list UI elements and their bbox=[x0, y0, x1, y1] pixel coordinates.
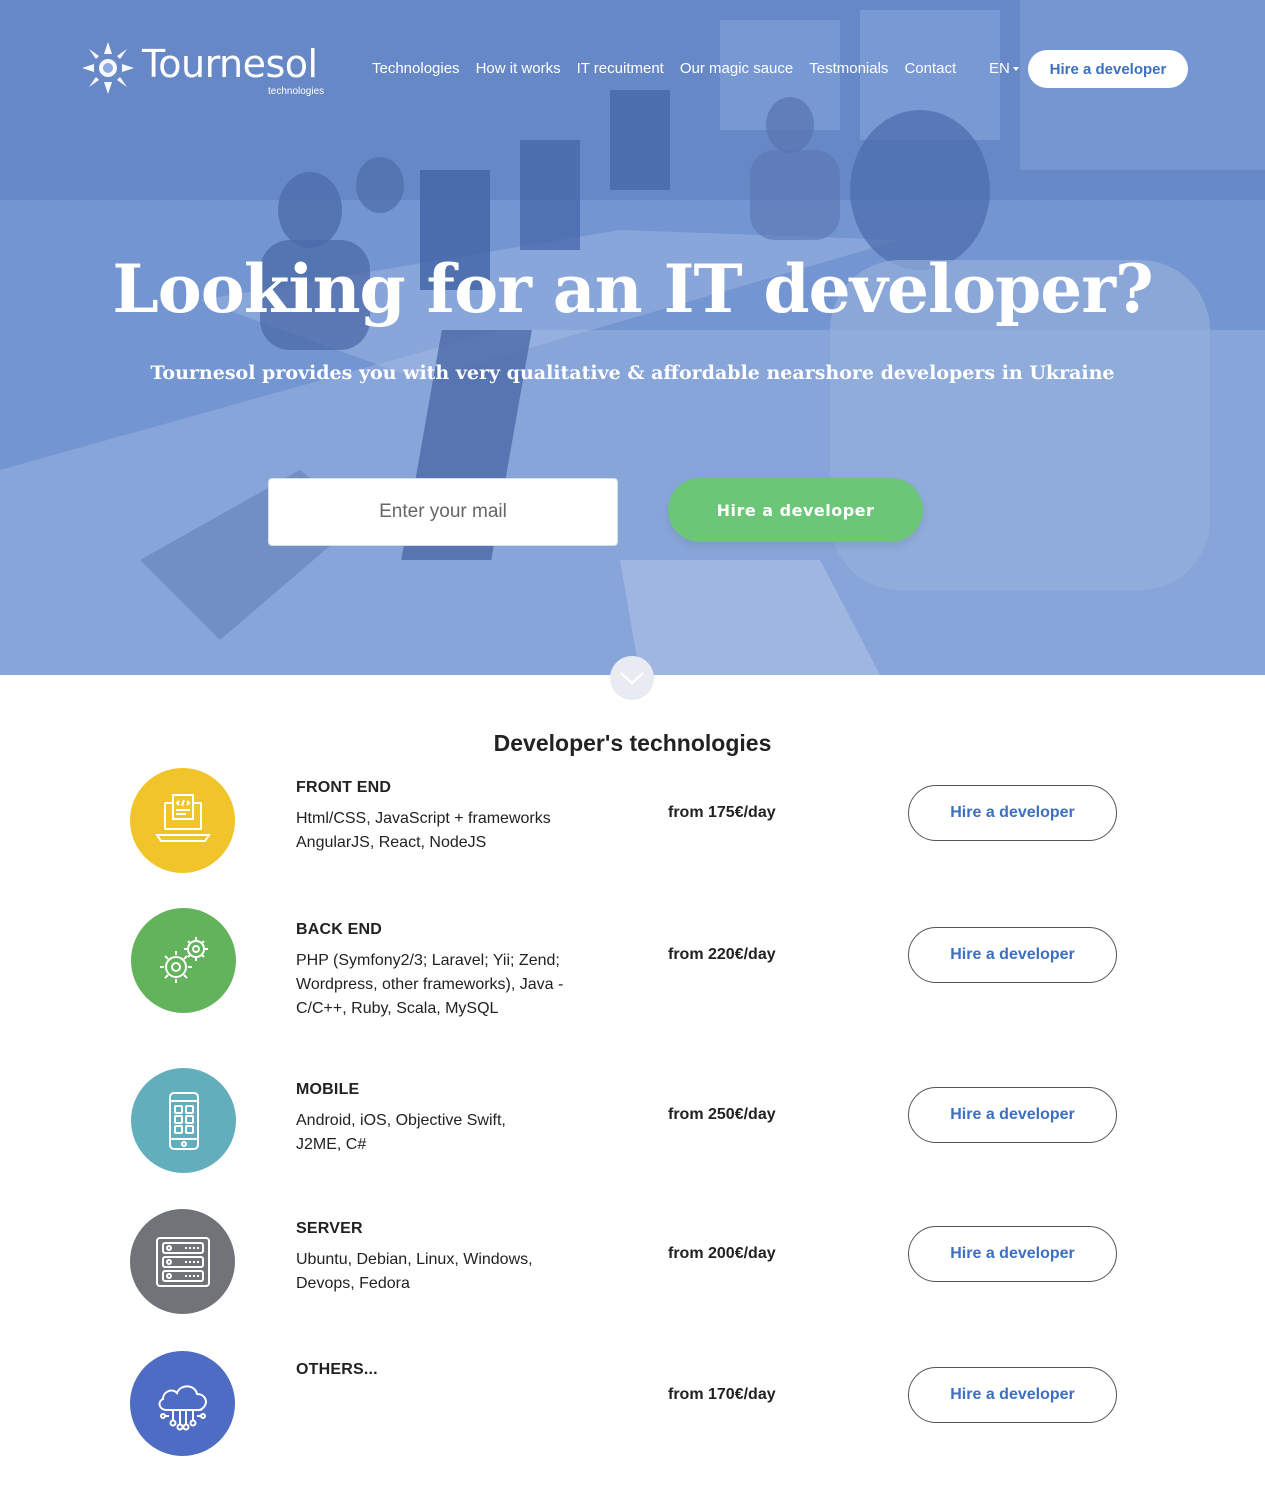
hire-backend-button[interactable]: Hire a developer bbox=[908, 927, 1117, 983]
tech-name: MOBILE bbox=[296, 1081, 360, 1098]
hero-overlay bbox=[0, 0, 1265, 675]
tech-price: from 200€/day bbox=[668, 1245, 776, 1262]
frontend-circle bbox=[130, 768, 235, 873]
smartphone-icon bbox=[168, 1091, 199, 1150]
logo-wordmark: Tournesol bbox=[142, 42, 318, 86]
tech-price: from 220€/day bbox=[668, 946, 776, 963]
tech-description: Html/CSS, JavaScript + frameworks Angula… bbox=[296, 810, 551, 851]
tech-name: BACK END bbox=[296, 921, 383, 938]
language-label: EN bbox=[989, 60, 1010, 77]
tech-name: OTHERS... bbox=[296, 1361, 378, 1378]
others-circle bbox=[130, 1351, 235, 1456]
main-nav: Technologies How it works IT recuitment … bbox=[372, 60, 972, 77]
nav-testimonials[interactable]: Testmonials bbox=[809, 60, 888, 77]
gears-icon bbox=[159, 936, 208, 983]
tech-name: SERVER bbox=[296, 1220, 363, 1237]
cloud-network-icon bbox=[158, 1384, 207, 1430]
hire-frontend-button[interactable]: Hire a developer bbox=[908, 785, 1117, 841]
nav-magic-sauce[interactable]: Our magic sauce bbox=[680, 60, 793, 77]
nav-it-recruitment[interactable]: IT recuitment bbox=[577, 60, 664, 77]
sun-logo-icon bbox=[82, 42, 134, 94]
mobile-circle bbox=[131, 1068, 236, 1173]
laptop-code-icon bbox=[154, 793, 211, 842]
backend-circle bbox=[131, 908, 236, 1013]
chevron-down-icon bbox=[1012, 67, 1019, 72]
tech-description: Android, iOS, Objective Swift, J2ME, C# bbox=[296, 1112, 506, 1153]
tech-name: FRONT END bbox=[296, 779, 392, 796]
hero-section: Tournesol technologies Technologies How … bbox=[0, 0, 1265, 675]
hero-hire-button[interactable]: Hire a developer bbox=[668, 478, 923, 542]
nav-how-it-works[interactable]: How it works bbox=[476, 60, 561, 77]
email-input[interactable] bbox=[268, 478, 618, 546]
section-title: Developer's technologies bbox=[493, 730, 772, 756]
scroll-down-button[interactable] bbox=[610, 656, 654, 700]
tech-description: PHP (Symfony2/3; Laravel; Yii; Zend; Wor… bbox=[296, 952, 564, 1017]
hire-server-button[interactable]: Hire a developer bbox=[908, 1226, 1117, 1282]
tech-price: from 170€/day bbox=[668, 1386, 776, 1403]
chevron-down-icon bbox=[620, 672, 644, 685]
logo-subtitle: technologies bbox=[268, 86, 325, 97]
header-hire-button[interactable]: Hire a developer bbox=[1028, 50, 1188, 88]
language-selector[interactable]: EN bbox=[989, 60, 1019, 77]
nav-contact[interactable]: Contact bbox=[904, 60, 956, 77]
tech-price: from 175€/day bbox=[668, 804, 776, 821]
server-circle bbox=[130, 1209, 235, 1314]
server-icon bbox=[155, 1236, 210, 1287]
hire-mobile-button[interactable]: Hire a developer bbox=[908, 1087, 1117, 1143]
tech-description: Ubuntu, Debian, Linux, Windows, Devops, … bbox=[296, 1251, 533, 1292]
logo[interactable]: Tournesol technologies bbox=[78, 38, 338, 100]
nav-technologies[interactable]: Technologies bbox=[372, 60, 460, 77]
hero-subtitle: Tournesol provides you with very qualita… bbox=[150, 362, 1115, 384]
tech-price: from 250€/day bbox=[668, 1106, 776, 1123]
hire-others-button[interactable]: Hire a developer bbox=[908, 1367, 1117, 1423]
hero-title: Looking for an IT developer? bbox=[112, 250, 1153, 328]
